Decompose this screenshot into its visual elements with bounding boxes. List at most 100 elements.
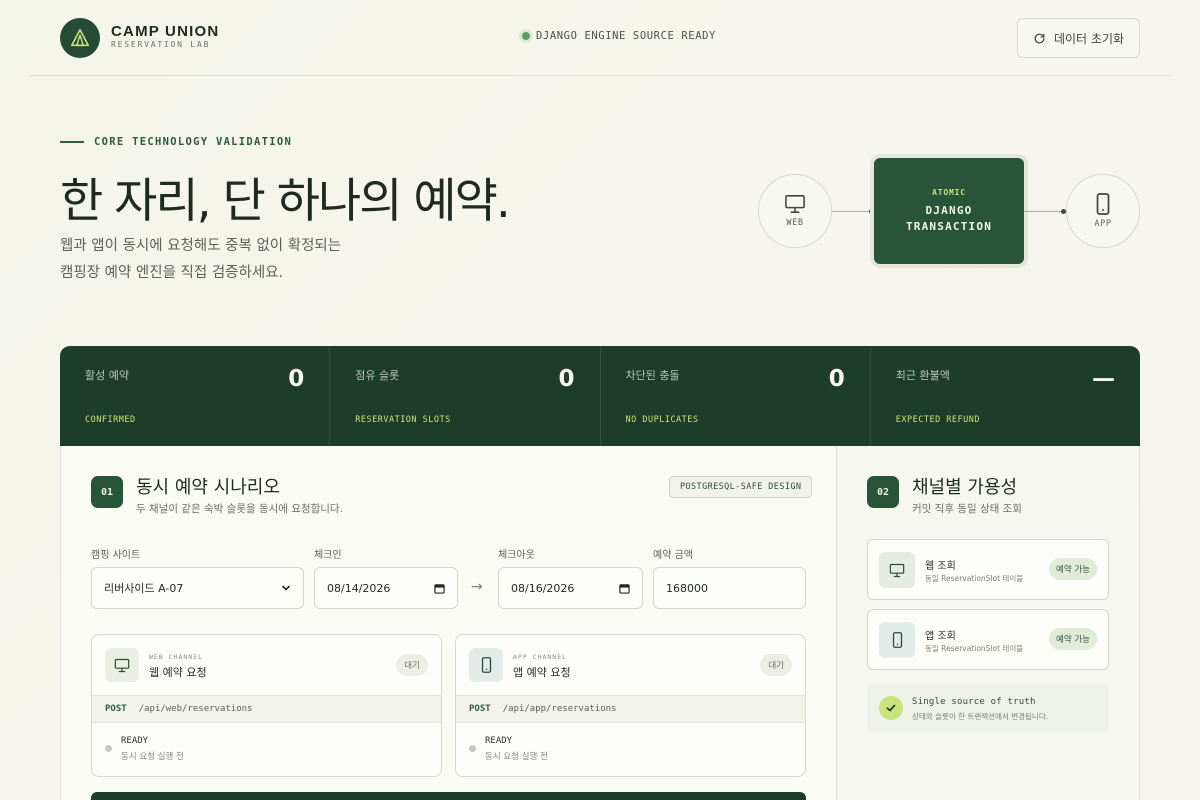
checkout-label: 체크아웃: [498, 550, 535, 561]
site-select[interactable]: 리버사이드 A-07: [91, 567, 304, 609]
refresh-icon: [1034, 33, 1045, 43]
channel-status-sub: 동시 요청 실행 전: [485, 752, 548, 762]
calendar-icon[interactable]: [619, 583, 630, 594]
eyebrow-line: [60, 141, 84, 143]
chevron-down-icon: [282, 585, 290, 591]
monitor-icon: [105, 648, 139, 682]
stat-recent-refund: 최근 환불액 — EXPECTED REFUND: [871, 346, 1140, 446]
channel-status: READY: [485, 736, 513, 746]
hero-desc-line1: 웹과 앱이 동시에 요청해도 중복 없이 확정되는: [60, 238, 342, 254]
hero-desc-line2: 캠핑장 예약 엔진을 직접 검증하세요.: [60, 265, 284, 281]
channel-state-badge: 대기: [396, 654, 428, 676]
site-select-value: 리버사이드 A-07: [104, 582, 184, 595]
checkout-date-value: 08/16/2026: [511, 581, 575, 595]
stat-sub: NO DUPLICATES: [625, 415, 699, 425]
stat-label: 활성 예약: [85, 369, 129, 382]
stat-blocked-conflicts: 차단된 충돌 0 NO DUPLICATES: [601, 346, 871, 446]
channel-kicker: APP CHANNEL: [513, 653, 568, 661]
checkin-date-input[interactable]: 08/14/2026: [314, 567, 458, 609]
amount-label: 예약 금액: [653, 550, 693, 561]
app-availability-card: 앱 조회 동일 ReservationSlot 테이블 예약 가능: [867, 609, 1109, 670]
checkin-label: 체크인: [314, 550, 342, 561]
stat-value: —: [1092, 366, 1115, 392]
hero-eyebrow: CORE TECHNOLOGY VALIDATION: [60, 136, 292, 148]
endpoint-path: /api/app/reservations: [502, 704, 617, 714]
section-number-badge: 02: [867, 476, 899, 508]
engine-status-text: DJANGO ENGINE SOURCE READY: [536, 30, 716, 42]
hero-description: 웹과 앱이 동시에 요청해도 중복 없이 확정되는 캠핑장 예약 엔진을 직접 …: [60, 233, 460, 287]
http-method: POST: [469, 704, 491, 714]
stat-label: 점유 슬롯: [355, 369, 400, 382]
web-availability-card: 웹 조회 동일 ReservationSlot 테이블 예약 가능: [867, 539, 1109, 600]
stat-label: 최근 환불액: [895, 369, 950, 382]
section-number-badge: 01: [91, 476, 123, 508]
calendar-icon[interactable]: [434, 583, 445, 594]
channel-kicker: WEB CHANNEL: [149, 653, 204, 661]
core-title-line1: DJANGO: [925, 203, 973, 217]
scenario-description: 두 채널이 같은 숙박 슬롯을 동시에 요청합니다.: [136, 503, 343, 515]
availability-item-sub: 동일 ReservationSlot 테이블: [925, 644, 1024, 653]
brand-name: CAMP UNION: [111, 23, 220, 40]
monitor-icon: [785, 195, 805, 213]
channel-title: 웹 예약 요청: [149, 666, 207, 679]
reset-data-label: 데이터 초기화: [1053, 31, 1125, 46]
channel-status-sub: 동시 요청 실행 전: [121, 752, 184, 762]
engine-status: DJANGO ENGINE SOURCE READY: [522, 30, 716, 42]
check-icon: [879, 696, 903, 720]
web-node-label: WEB: [786, 218, 804, 228]
availability-item-title: 앱 조회: [925, 631, 956, 642]
django-transaction-core: ATOMIC DJANGO TRANSACTION: [874, 158, 1024, 264]
stat-sub: EXPECTED REFUND: [895, 415, 981, 425]
scenario-panel: 01 동시 예약 시나리오 두 채널이 같은 숙박 슬롯을 동시에 요청합니다.…: [60, 446, 837, 800]
status-dot-icon: [105, 745, 112, 752]
truth-title: Single source of truth: [912, 697, 1036, 707]
single-source-of-truth-note: Single source of truth 상태와 슬롯이 한 트랜잭션에서 …: [867, 684, 1109, 732]
stats-bar: 활성 예약 0 CONFIRMED 점유 슬롯 0 RESERVATION SL…: [60, 346, 1140, 446]
http-method: POST: [105, 704, 127, 714]
channel-endpoint: POST /api/app/reservations: [456, 695, 805, 723]
reset-data-button[interactable]: 데이터 초기화: [1017, 18, 1140, 58]
availability-item-sub: 동일 ReservationSlot 테이블: [925, 574, 1024, 583]
stat-value: 0: [828, 366, 845, 392]
channel-endpoint: POST /api/web/reservations: [92, 695, 441, 723]
smartphone-icon: [879, 622, 915, 658]
checkin-date-value: 08/14/2026: [327, 581, 391, 595]
run-concurrent-button[interactable]: [91, 792, 806, 800]
channel-state-badge: 대기: [760, 654, 792, 676]
channel-title: 앱 예약 요청: [513, 666, 571, 679]
smartphone-icon: [1096, 193, 1110, 215]
availability-description: 커밋 직후 동일 상태 조회: [912, 503, 1022, 515]
amount-value: 168000: [666, 581, 708, 595]
date-range-arrow: →: [471, 579, 483, 595]
availability-item-title: 웹 조회: [925, 561, 956, 572]
stat-sub: CONFIRMED: [85, 415, 136, 425]
logo-tent-icon: [60, 18, 100, 58]
scenario-title: 동시 예약 시나리오: [136, 477, 280, 498]
endpoint-path: /api/web/reservations: [138, 704, 253, 714]
brand-subtitle: RESERVATION LAB: [111, 40, 211, 49]
postgresql-tag: POSTGRESQL-SAFE DESIGN: [669, 476, 813, 498]
web-node: WEB: [758, 174, 832, 248]
checkout-date-input[interactable]: 08/16/2026: [498, 567, 643, 609]
channel-status: READY: [121, 736, 149, 746]
core-title-line2: TRANSACTION: [905, 219, 993, 233]
status-dot-icon: [522, 32, 530, 40]
availability-badge: 예약 가능: [1049, 628, 1097, 650]
stat-label: 차단된 충돌: [625, 369, 680, 382]
hero-eyebrow-text: CORE TECHNOLOGY VALIDATION: [94, 136, 293, 148]
stat-occupied-slots: 점유 슬롯 0 RESERVATION SLOTS: [330, 346, 601, 446]
app-channel-card: APP CHANNEL 앱 예약 요청 대기 POST /api/app/res…: [455, 634, 806, 777]
web-channel-card: WEB CHANNEL 웹 예약 요청 대기 POST /api/web/res…: [91, 634, 442, 777]
app-node-label: APP: [1094, 219, 1112, 229]
availability-badge: 예약 가능: [1049, 558, 1097, 580]
connector-right: [1024, 211, 1066, 212]
availability-title: 채널별 가용성: [912, 477, 1018, 498]
truth-sub: 상태와 슬롯이 한 트랜잭션에서 변경됩니다.: [912, 712, 1049, 721]
amount-input[interactable]: 168000: [653, 567, 806, 609]
core-kicker: ATOMIC: [932, 187, 966, 197]
availability-panel: 02 채널별 가용성 커밋 직후 동일 상태 조회 웹 조회 동일 Reserv…: [837, 446, 1140, 800]
top-header: CAMP UNION RESERVATION LAB DJANGO ENGINE…: [30, 0, 1170, 76]
site-label: 캠핑 사이트: [91, 550, 141, 561]
hero-title: 한 자리, 단 하나의 예약.: [60, 174, 511, 229]
stat-active-reservations: 활성 예약 0 CONFIRMED: [60, 346, 331, 446]
